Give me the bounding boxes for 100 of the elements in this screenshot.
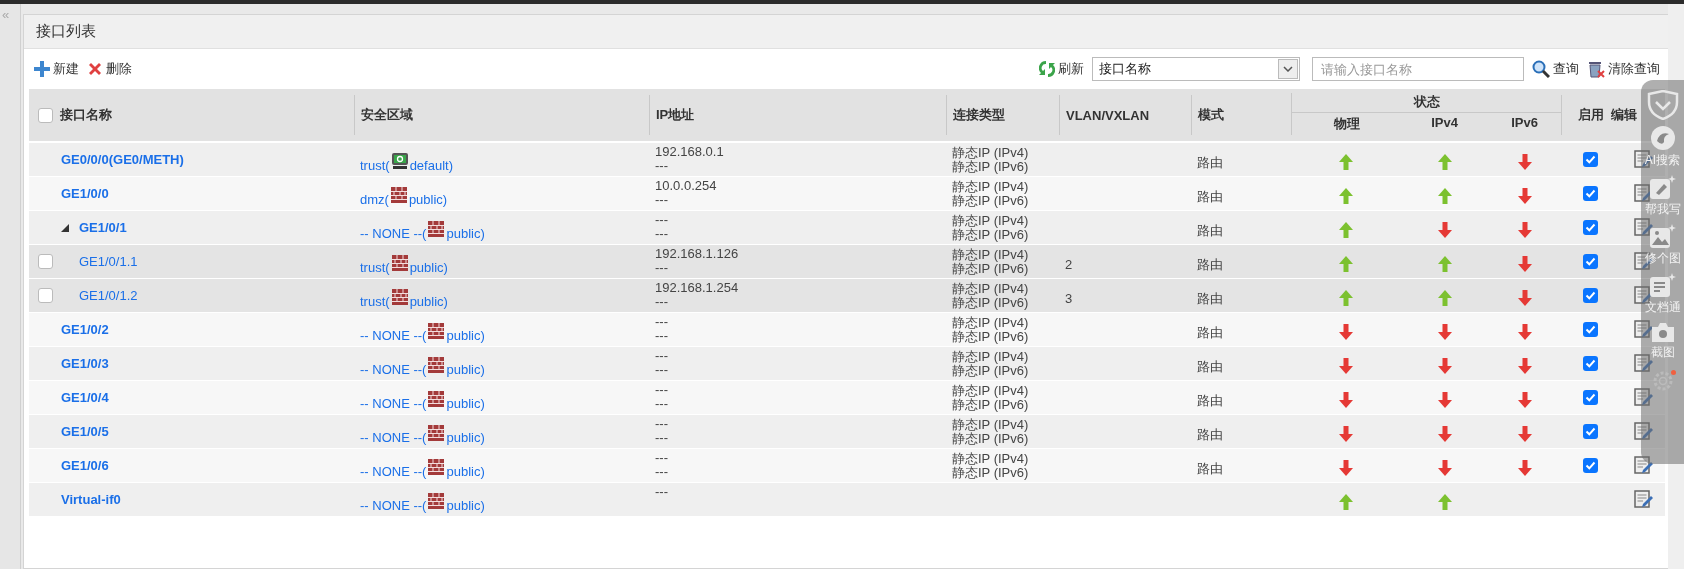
- clear-query-button[interactable]: 清除查询: [1587, 60, 1660, 78]
- swirl-icon[interactable]: [1649, 125, 1676, 151]
- ip-address-text: ---: [655, 465, 669, 479]
- ip-address-text: ---: [655, 315, 669, 329]
- image-icon[interactable]: [1648, 223, 1677, 249]
- edit-icon[interactable]: [1633, 218, 1653, 237]
- edit-icon[interactable]: [1633, 184, 1653, 203]
- expand-triangle-icon[interactable]: [61, 223, 69, 232]
- column-header: 连接类型: [953, 106, 1005, 124]
- zone-link[interactable]: -- NONE --(: [360, 498, 427, 513]
- interface-name-link[interactable]: GE1/0/2: [61, 322, 109, 337]
- zone-link[interactable]: -- NONE --(: [360, 464, 427, 479]
- vsys-link[interactable]: public): [446, 396, 485, 411]
- enable-checkbox[interactable]: [1582, 458, 1598, 473]
- mode-text: 路由: [1197, 358, 1223, 374]
- connection-type-text: 静态IP (IPv6): [952, 432, 1030, 446]
- zone-link[interactable]: -- NONE --(: [360, 396, 427, 411]
- row-checkbox[interactable]: [38, 288, 53, 303]
- query-button[interactable]: 查询: [1532, 60, 1579, 78]
- column-header: 接口名称: [60, 106, 112, 124]
- vsys-link[interactable]: public): [409, 260, 448, 275]
- new-button[interactable]: 新建: [34, 60, 79, 78]
- refresh-button[interactable]: 刷新: [1039, 60, 1084, 78]
- enable-checkbox[interactable]: [1582, 220, 1598, 235]
- enable-checkbox[interactable]: [1582, 288, 1598, 303]
- enable-checkbox[interactable]: [1582, 356, 1598, 371]
- document-icon[interactable]: [1648, 272, 1677, 298]
- edit-icon[interactable]: [1633, 456, 1653, 475]
- enable-checkbox[interactable]: [1582, 322, 1598, 337]
- plus-icon: [34, 61, 50, 77]
- zone-link[interactable]: trust(: [360, 294, 390, 309]
- edit-icon[interactable]: [1633, 490, 1653, 509]
- interface-name-link[interactable]: GE1/0/3: [61, 356, 109, 371]
- vsys-link[interactable]: public): [446, 362, 485, 377]
- ip-address-text: ---: [655, 227, 669, 241]
- mode-text: 路由: [1197, 188, 1223, 204]
- column-header: 模式: [1198, 106, 1224, 124]
- interface-name-link[interactable]: GE1/0/6: [61, 458, 109, 473]
- filter-dropdown[interactable]: 接口名称: [1092, 57, 1300, 81]
- zone-link[interactable]: trust(: [360, 158, 390, 173]
- enable-checkbox[interactable]: [1582, 424, 1598, 439]
- interface-name-link[interactable]: Virtual-if0: [61, 492, 121, 507]
- vsys-link[interactable]: default): [409, 158, 453, 173]
- delete-button[interactable]: 删除: [87, 60, 132, 78]
- sidebar-tool[interactable]: 文档通: [1644, 272, 1681, 316]
- zone-link[interactable]: -- NONE --(: [360, 328, 427, 343]
- refresh-icon: [1039, 60, 1055, 78]
- edit-icon[interactable]: [1633, 422, 1653, 441]
- vsys-link[interactable]: public): [409, 294, 448, 309]
- ip-address-text: ---: [655, 485, 669, 499]
- ip-address-text: ---: [655, 159, 669, 173]
- connection-type-text: 静态IP (IPv6): [952, 296, 1030, 310]
- interface-name-link[interactable]: GE1/0/1: [79, 220, 127, 235]
- search-field[interactable]: 请输入接口名称: [1312, 57, 1524, 81]
- connection-type-text: 静态IP (IPv6): [952, 262, 1030, 276]
- vsys-link[interactable]: public): [446, 430, 485, 445]
- connection-type-text: 静态IP (IPv4): [952, 316, 1030, 330]
- edit-icon[interactable]: [1633, 354, 1653, 373]
- edit-icon[interactable]: [1633, 320, 1653, 339]
- vsys-link[interactable]: public): [446, 498, 485, 513]
- column-header: IPv4: [1431, 115, 1458, 130]
- camera-icon[interactable]: [1649, 321, 1676, 343]
- enable-checkbox[interactable]: [1582, 186, 1598, 201]
- column-header: 物理: [1333, 115, 1360, 133]
- vsys-link[interactable]: public): [446, 226, 485, 241]
- enable-checkbox[interactable]: [1582, 390, 1598, 405]
- enable-checkbox[interactable]: [1582, 152, 1598, 167]
- interface-name-link[interactable]: GE0/0/0(GE0/METH): [61, 152, 184, 167]
- interface-name-link[interactable]: GE1/0/5: [61, 424, 109, 439]
- vsys-link[interactable]: public): [446, 328, 485, 343]
- interface-name-link[interactable]: GE1/0/0: [61, 186, 109, 201]
- zone-link[interactable]: trust(: [360, 260, 390, 275]
- sidebar-tool[interactable]: 修个图: [1644, 223, 1681, 267]
- sidebar-tool[interactable]: 截图: [1649, 321, 1676, 361]
- ip-address-text: ---: [655, 451, 669, 465]
- select-all-checkbox[interactable]: [38, 107, 53, 123]
- enable-checkbox[interactable]: [1582, 254, 1598, 269]
- zone-link[interactable]: -- NONE --(: [360, 430, 427, 445]
- interface-name-link[interactable]: GE1/0/1.2: [79, 288, 138, 303]
- column-header: 编辑: [1611, 106, 1637, 124]
- ip-address-text: ---: [655, 363, 669, 377]
- vlan-id-text: 2: [1065, 257, 1073, 272]
- interface-name-link[interactable]: GE1/0/1.1: [79, 254, 138, 269]
- sidebar-tool[interactable]: 帮我写: [1644, 174, 1681, 218]
- connection-type-text: 静态IP (IPv6): [952, 194, 1030, 208]
- vlan-id-text: 3: [1065, 291, 1073, 306]
- row-checkbox[interactable]: [38, 254, 53, 269]
- connection-type-text: 静态IP (IPv6): [952, 364, 1030, 378]
- zone-link[interactable]: -- NONE --(: [360, 226, 427, 241]
- connection-type-text: 静态IP (IPv4): [952, 452, 1030, 466]
- connection-type-text: 静态IP (IPv6): [952, 466, 1030, 480]
- pen-icon[interactable]: [1648, 174, 1677, 200]
- zone-link[interactable]: -- NONE --(: [360, 362, 427, 377]
- mode-text: 路由: [1197, 154, 1223, 170]
- edit-icon[interactable]: [1633, 388, 1653, 407]
- vsys-link[interactable]: public): [408, 192, 448, 207]
- zone-link[interactable]: dmz(: [360, 192, 389, 207]
- connection-type-text: 静态IP (IPv4): [952, 146, 1030, 160]
- vsys-link[interactable]: public): [446, 464, 485, 479]
- interface-name-link[interactable]: GE1/0/4: [61, 390, 109, 405]
